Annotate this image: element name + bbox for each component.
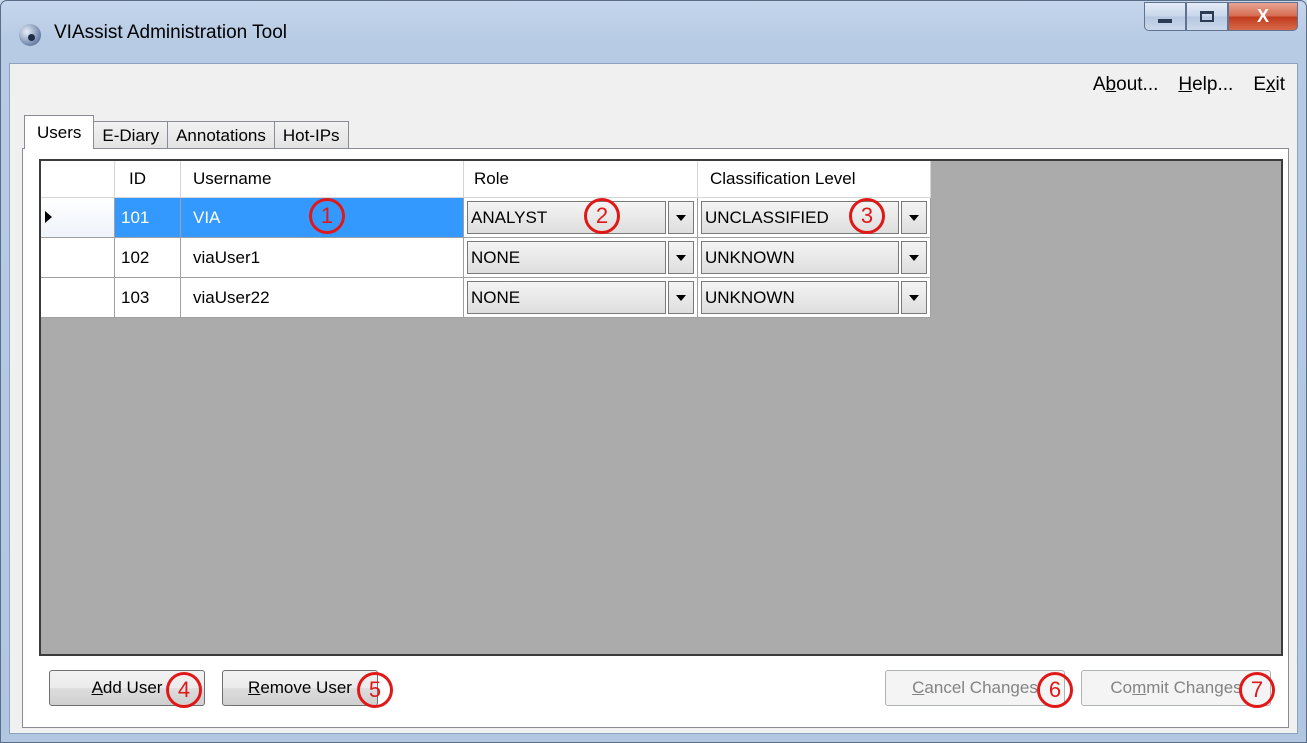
classification-dropdown[interactable]: UNKNOWN <box>698 278 931 318</box>
classification-dropdown-button[interactable] <box>901 201 927 234</box>
callout-marker-2: 2 <box>584 198 620 234</box>
chevron-down-icon <box>676 214 686 221</box>
minimize-icon <box>1158 18 1172 23</box>
cancel-changes-accel: C <box>912 678 925 697</box>
menu-about-text-rest: out... <box>1116 74 1159 95</box>
role-dropdown[interactable]: NONE <box>464 238 698 278</box>
current-row-arrow-icon <box>45 211 52 223</box>
remove-user-accel: R <box>248 678 261 697</box>
role-dropdown-value: ANALYST <box>467 201 666 234</box>
cell-id[interactable]: 101 <box>115 198 181 238</box>
role-dropdown-button[interactable] <box>668 241 694 274</box>
cancel-changes-label: ancel Changes <box>924 678 1038 697</box>
users-tab-page: ID Username Role Classification Level 10… <box>22 148 1289 728</box>
window-title: VIAssist Administration Tool <box>54 22 288 43</box>
callout-marker-7: 7 <box>1239 672 1275 708</box>
cell-id[interactable]: 102 <box>115 238 181 278</box>
role-dropdown-button[interactable] <box>668 201 694 234</box>
app-window: VIAssist Administration Tool X About... … <box>0 0 1307 743</box>
close-button[interactable]: X <box>1228 2 1298 31</box>
tab-e-diary[interactable]: E-Diary <box>93 121 169 149</box>
classification-dropdown-value: UNKNOWN <box>701 241 899 274</box>
role-dropdown-value: NONE <box>467 281 666 314</box>
chevron-down-icon <box>676 254 686 261</box>
maximize-button[interactable] <box>1186 2 1228 31</box>
add-user-label: dd User <box>102 678 163 697</box>
cell-username[interactable]: viaUser22 <box>181 278 464 318</box>
close-icon: X <box>1256 6 1269 26</box>
classification-dropdown-button[interactable] <box>901 281 927 314</box>
menu-item-exit[interactable]: Exit <box>1253 74 1285 96</box>
remove-user-label: emove User <box>260 678 352 697</box>
chevron-down-icon <box>909 254 919 261</box>
classification-dropdown-button[interactable] <box>901 241 927 274</box>
client-area: About... Help... Exit Users E-Diary Anno… <box>9 63 1298 734</box>
column-header-username[interactable]: Username <box>181 161 464 198</box>
menu-item-about[interactable]: About... <box>1093 74 1159 96</box>
app-icon[interactable] <box>19 24 41 46</box>
commit-changes-label-start: Co <box>1110 678 1133 697</box>
row-header[interactable] <box>41 238 115 278</box>
menu-help-text-rest: elp... <box>1192 74 1234 95</box>
role-dropdown-value: NONE <box>467 241 666 274</box>
users-grid[interactable]: ID Username Role Classification Level 10… <box>39 159 1283 656</box>
menu-exit-text-rest: it <box>1275 74 1286 95</box>
row-header-current[interactable] <box>41 198 115 238</box>
chevron-down-icon <box>909 214 919 221</box>
menu-about-accel: b <box>1105 74 1117 95</box>
menu-help-accel: H <box>1178 74 1193 95</box>
minimize-button[interactable] <box>1144 2 1186 31</box>
classification-dropdown[interactable]: UNKNOWN <box>698 238 931 278</box>
cell-username[interactable]: viaUser1 <box>181 238 464 278</box>
callout-marker-4: 4 <box>166 672 202 708</box>
menu-item-help[interactable]: Help... <box>1178 74 1233 96</box>
role-dropdown-button[interactable] <box>668 281 694 314</box>
chevron-down-icon <box>909 294 919 301</box>
callout-marker-1: 1 <box>309 198 345 234</box>
commit-changes-accel: m <box>1132 678 1147 697</box>
callout-marker-3: 3 <box>849 198 885 234</box>
column-header-classification-level[interactable]: Classification Level <box>698 161 931 198</box>
column-header-id[interactable]: ID <box>115 161 181 198</box>
window-controls: X <box>1144 2 1298 31</box>
menu-exit-text: E <box>1253 74 1266 95</box>
column-header-role[interactable]: Role <box>464 161 698 198</box>
remove-user-button[interactable]: Remove User <box>222 670 378 706</box>
role-dropdown[interactable]: ANALYST <box>464 198 698 238</box>
menu-bar: About... Help... Exit <box>1093 74 1285 96</box>
chevron-down-icon <box>676 294 686 301</box>
title-bar[interactable]: VIAssist Administration Tool X <box>1 1 1306 63</box>
tab-hot-ips[interactable]: Hot-IPs <box>273 121 349 149</box>
callout-marker-6: 6 <box>1037 672 1073 708</box>
tab-annotations[interactable]: Annotations <box>167 121 275 149</box>
role-dropdown[interactable]: NONE <box>464 278 698 318</box>
commit-changes-label: mit Changes <box>1146 678 1242 697</box>
callout-marker-5: 5 <box>357 672 393 708</box>
cell-id[interactable]: 103 <box>115 278 181 318</box>
tab-strip: Users E-Diary Annotations Hot-IPs <box>24 115 349 149</box>
classification-dropdown[interactable]: UNCLASSIFIED <box>698 198 931 238</box>
tab-users[interactable]: Users <box>24 115 95 149</box>
row-header[interactable] <box>41 278 115 318</box>
add-user-accel: A <box>91 678 103 697</box>
classification-dropdown-value: UNKNOWN <box>701 281 899 314</box>
maximize-icon <box>1200 11 1214 22</box>
grid-corner-header[interactable] <box>41 161 115 198</box>
menu-exit-accel: x <box>1266 74 1276 95</box>
menu-about-text: A <box>1092 74 1106 95</box>
